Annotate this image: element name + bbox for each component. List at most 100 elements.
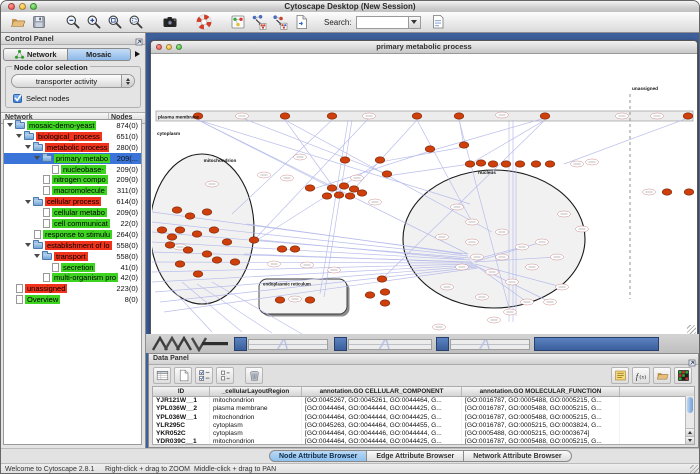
small-node[interactable] — [504, 309, 517, 315]
gene-node[interactable] — [183, 247, 193, 253]
small-node[interactable] — [526, 264, 539, 270]
gene-node[interactable] — [327, 113, 337, 119]
small-node[interactable] — [328, 267, 341, 273]
gene-node[interactable] — [192, 231, 202, 237]
small-node[interactable] — [351, 175, 364, 181]
gene-node[interactable] — [275, 297, 285, 303]
gene-node[interactable] — [230, 259, 240, 265]
scrollbar-thumb[interactable] — [687, 397, 693, 413]
gene-node[interactable] — [662, 189, 672, 195]
disclosure-triangle-icon[interactable] — [34, 156, 40, 160]
edge[interactable] — [387, 164, 470, 176]
small-node[interactable] — [369, 199, 382, 205]
small-node[interactable] — [516, 244, 529, 250]
tree-row-primary-metabo[interactable]: primary metabo209(... — [4, 153, 141, 164]
function-builder-icon[interactable]: f(x) — [632, 367, 650, 384]
scroll-up-button[interactable] — [686, 428, 694, 436]
tree-row-nitrogen-compo[interactable]: nitrogen compo209(0) — [4, 174, 141, 185]
small-node[interactable] — [258, 172, 271, 178]
gene-node[interactable] — [488, 161, 498, 167]
select-nodes-checkbox[interactable] — [13, 94, 22, 103]
gene-node[interactable] — [515, 161, 525, 167]
background-window-fragment[interactable] — [334, 337, 347, 351]
gene-node[interactable] — [375, 157, 385, 163]
small-node[interactable] — [289, 296, 302, 302]
small-node[interactable] — [433, 324, 446, 330]
table-row-ydr039c__1[interactable]: YDR039C__1mitochondrion[GO:0044464, GO:0… — [153, 438, 694, 445]
search-dropdown-button[interactable] — [408, 16, 421, 29]
table-row-yjr121w__1[interactable]: YJR121W__1mitochondrion[GO:0045267, GO:0… — [153, 397, 694, 405]
gene-node[interactable] — [185, 213, 195, 219]
tree-row-multi-organism-pro[interactable]: multi-organism pro42(0) — [4, 272, 141, 283]
help-icon[interactable] — [193, 13, 214, 32]
gene-node[interactable] — [382, 171, 392, 177]
small-node[interactable] — [551, 254, 564, 260]
gene-node[interactable] — [322, 193, 332, 199]
gene-node[interactable] — [345, 193, 355, 199]
tab-edge-attribute-browser[interactable]: Edge Attribute Browser — [367, 450, 464, 462]
gene-node[interactable] — [339, 183, 349, 189]
gene-node[interactable] — [157, 227, 167, 233]
gene-node[interactable] — [684, 189, 694, 195]
background-window-fragment[interactable] — [234, 337, 247, 351]
float-panel-button[interactable] — [687, 355, 696, 364]
table-row-ykr052c[interactable]: YKR052Ccytoplasm[GO:0044464, GO:0044446,… — [153, 430, 694, 438]
small-node[interactable] — [586, 159, 599, 165]
tree-row-response-to-stimulu[interactable]: response to stimulu264(0) — [4, 229, 141, 240]
import-network-icon[interactable] — [290, 13, 311, 32]
network-graph[interactable]: plasma membranecytoplasmmitochondrionnuc… — [152, 54, 696, 334]
close-button[interactable] — [156, 44, 162, 50]
small-node[interactable] — [556, 284, 569, 290]
edge[interactable] — [380, 147, 464, 162]
disclosure-triangle-icon[interactable] — [16, 134, 22, 138]
zoom-region-icon[interactable] — [125, 13, 146, 32]
open-session-icon[interactable] — [7, 13, 28, 32]
save-session-icon[interactable] — [28, 13, 49, 32]
small-node[interactable] — [268, 261, 281, 267]
edge[interactable] — [564, 118, 688, 164]
search-results-icon[interactable] — [428, 13, 449, 32]
edge[interactable] — [430, 118, 545, 151]
tree-row-secretion[interactable]: secretion41(0) — [4, 262, 141, 273]
small-node[interactable] — [436, 234, 449, 240]
gene-node[interactable] — [377, 276, 387, 282]
gene-node[interactable] — [476, 160, 486, 166]
edge[interactable] — [470, 120, 545, 164]
tree-row-cell-communicat[interactable]: cell communicat22(0) — [4, 218, 141, 229]
small-node[interactable] — [521, 299, 534, 305]
tree-row-mosaic-demo-yeast[interactable]: mosaic-demo-yeast874(0) — [4, 120, 141, 131]
gene-node[interactable] — [459, 142, 469, 148]
background-window-fragment[interactable] — [534, 337, 659, 351]
combobox-stepper[interactable] — [121, 75, 134, 87]
disclosure-triangle-icon[interactable] — [34, 254, 40, 258]
small-node[interactable] — [471, 254, 484, 260]
zoom-out-icon[interactable] — [62, 13, 83, 32]
attribute-grid-icon[interactable] — [216, 367, 234, 384]
tab-network[interactable]: Network — [3, 48, 68, 61]
tree-row-unassigned[interactable]: unassigned223(0) — [4, 283, 141, 294]
attribute-checklist-icon[interactable] — [195, 367, 213, 384]
import-attributes-icon[interactable] — [653, 367, 671, 384]
small-node[interactable] — [496, 112, 509, 118]
attribute-matrix-icon[interactable] — [674, 367, 692, 384]
gene-node[interactable] — [349, 186, 359, 192]
small-node[interactable] — [363, 113, 376, 119]
background-window-fragment[interactable] — [248, 339, 328, 350]
gene-node[interactable] — [305, 185, 315, 191]
background-window-fragment[interactable] — [450, 339, 530, 350]
delete-attribute-icon[interactable] — [245, 367, 263, 384]
search-input[interactable] — [356, 16, 408, 29]
gene-node[interactable] — [193, 271, 203, 277]
gene-node[interactable] — [540, 113, 550, 119]
column-header[interactable]: annotation.GO MOLECULAR_FUNCTION — [462, 387, 620, 396]
gene-node[interactable] — [172, 207, 182, 213]
disclosure-triangle-icon[interactable] — [25, 200, 31, 204]
gene-node[interactable] — [277, 246, 287, 252]
layout-network-b-icon[interactable] — [269, 13, 290, 32]
small-node[interactable] — [466, 219, 479, 225]
disclosure-triangle-icon[interactable] — [25, 145, 31, 149]
gene-node[interactable] — [249, 237, 259, 243]
small-node[interactable] — [496, 254, 509, 260]
small-node[interactable] — [441, 284, 454, 290]
small-node[interactable] — [466, 239, 479, 245]
